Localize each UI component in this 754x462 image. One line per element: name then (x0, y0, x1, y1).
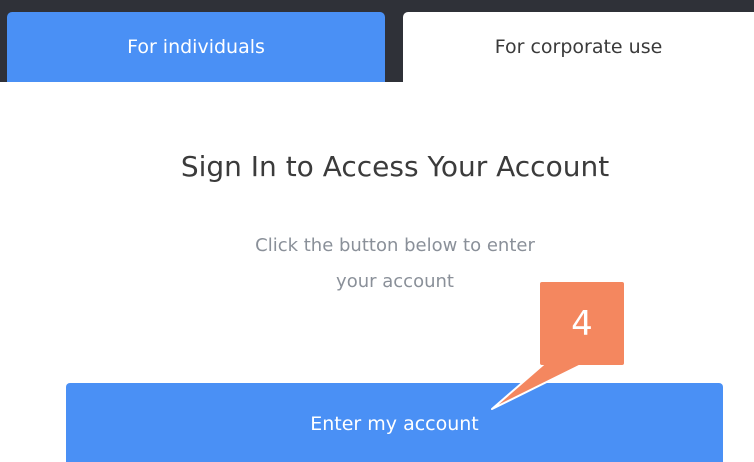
callout-badge: 4 (540, 282, 624, 365)
enter-my-account-button[interactable]: Enter my account (66, 383, 723, 462)
tab-for-corporate-use-label: For corporate use (494, 36, 663, 58)
tab-for-individuals-label: For individuals (127, 36, 265, 58)
signin-description: Click the button below to enter your acc… (195, 228, 595, 300)
description-line-1: Click the button below to enter (255, 235, 535, 256)
enter-my-account-label: Enter my account (310, 413, 479, 435)
callout-number: 4 (571, 303, 593, 344)
description-line-2: your account (336, 271, 454, 292)
page-title: Sign In to Access Your Account (180, 150, 610, 183)
tab-for-individuals[interactable]: For individuals (7, 12, 385, 82)
signin-page: For individuals For corporate use Sign I… (0, 0, 754, 462)
tab-for-corporate-use[interactable]: For corporate use (403, 12, 754, 82)
